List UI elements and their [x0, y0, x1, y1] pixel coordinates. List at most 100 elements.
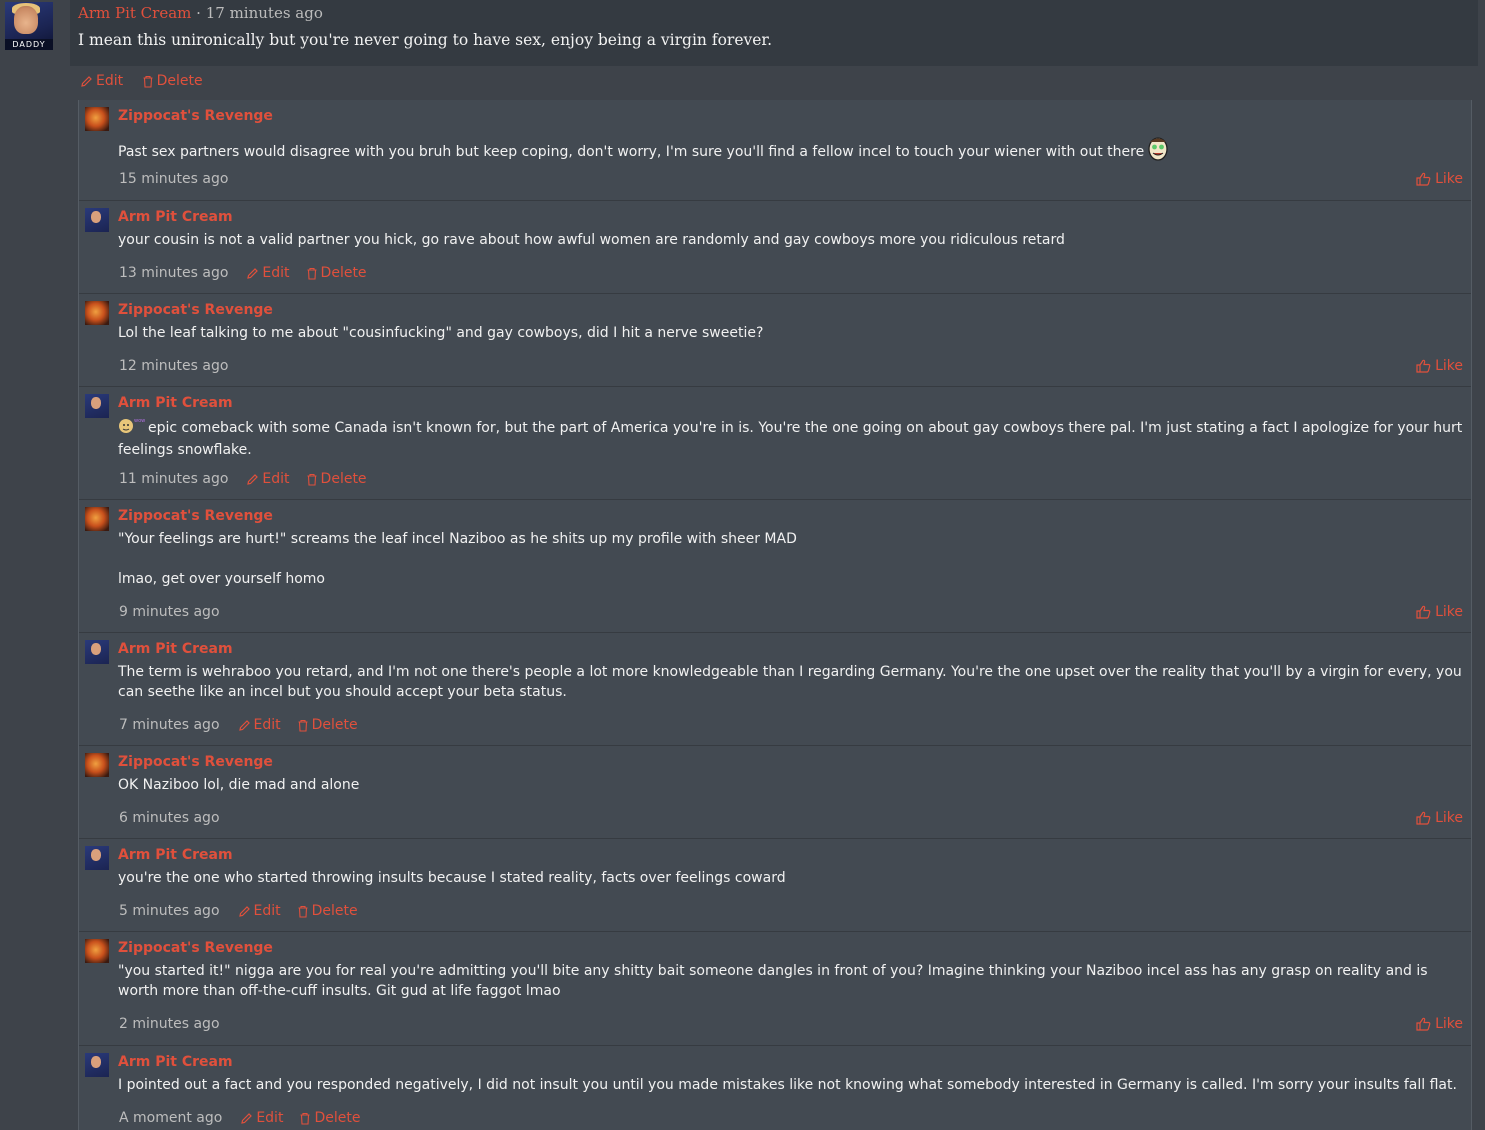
- reply-timestamp: A moment ago: [119, 1110, 223, 1126]
- reply-delete-label: Delete: [311, 903, 358, 919]
- profile-comments-page: DADDY Arm Pit Cream · 17 minutes ago I m…: [0, 0, 1485, 1130]
- reply-author-link[interactable]: Zippocat's Revenge: [118, 508, 273, 524]
- reply-author-link[interactable]: Zippocat's Revenge: [118, 940, 273, 956]
- reply-author-link[interactable]: Arm Pit Cream: [118, 1054, 233, 1070]
- reply-text-content: The term is wehraboo you retard, and I'm…: [118, 664, 1462, 700]
- pencil-icon: [238, 905, 250, 917]
- reply-text-line: [118, 549, 1463, 569]
- reply-timestamp: 12 minutes ago: [119, 358, 229, 374]
- reply-author-avatar[interactable]: [85, 753, 109, 777]
- reply-delete-button[interactable]: Delete: [306, 471, 367, 487]
- svg-text:wow: wow: [134, 418, 145, 424]
- reply-text-line: "Your feelings are hurt!" screams the le…: [118, 529, 1463, 549]
- reply-delete-label: Delete: [320, 265, 367, 281]
- avatar-face: [14, 6, 38, 34]
- reply-footer: 11 minutes ago Edit Delete: [119, 471, 383, 487]
- reply-like-button[interactable]: Like: [1416, 810, 1463, 826]
- reply-author-link[interactable]: Arm Pit Cream: [118, 847, 233, 863]
- reply-timestamp: 9 minutes ago: [119, 604, 220, 620]
- reply-edit-button[interactable]: Edit: [246, 265, 290, 281]
- reply-item: Zippocat's Revenge OK Naziboo lol, die ma…: [79, 745, 1471, 839]
- reply-edit-label: Edit: [262, 471, 290, 487]
- reply-text-line: "you started it!" nigga are you for real…: [118, 961, 1463, 1001]
- reply-author-avatar[interactable]: [85, 939, 109, 963]
- reply-like-label: Like: [1435, 810, 1463, 826]
- post-author-avatar[interactable]: DADDY: [5, 2, 53, 50]
- reply-author-avatar[interactable]: [85, 1053, 109, 1077]
- reply-text-content: epic comeback with some Canada isn't kno…: [118, 420, 1463, 458]
- reply-text-line: OK Naziboo lol, die mad and alone: [118, 775, 1463, 795]
- reply-like-button[interactable]: Like: [1416, 358, 1463, 374]
- reply-delete-button[interactable]: Delete: [297, 903, 358, 919]
- pencil-icon: [247, 267, 259, 279]
- reply-edit-label: Edit: [262, 265, 290, 281]
- reply-timestamp: 11 minutes ago: [119, 471, 229, 487]
- reply-text: "Your feelings are hurt!" screams the le…: [118, 529, 1463, 589]
- reply-author-link[interactable]: Arm Pit Cream: [118, 209, 233, 225]
- reply-like-button[interactable]: Like: [1416, 171, 1463, 187]
- reply-author-avatar[interactable]: [85, 394, 109, 418]
- reply-text-content: "you started it!" nigga are you for real…: [118, 963, 1428, 999]
- reply-author-link[interactable]: Zippocat's Revenge: [118, 302, 273, 318]
- reply-author-avatar[interactable]: [85, 846, 109, 870]
- reply-item: Zippocat's Revenge "you started it!" nigg…: [79, 931, 1471, 1046]
- trash-icon: [298, 905, 308, 918]
- reply-item: Arm Pit Cream you're the one who started …: [79, 838, 1471, 932]
- reply-text: OK Naziboo lol, die mad and alone: [118, 775, 1463, 795]
- reply-text-line: lmao, get over yourself homo: [118, 569, 1463, 589]
- reply-edit-button[interactable]: Edit: [246, 471, 290, 487]
- reply-footer: 15 minutes ago: [119, 171, 246, 187]
- thumbs-up-icon: [1416, 811, 1431, 825]
- thumbs-up-icon: [1416, 605, 1431, 619]
- post-timestamp: 17 minutes ago: [205, 4, 323, 22]
- reply-timestamp: 13 minutes ago: [119, 265, 229, 281]
- thumbs-up-icon: [1416, 1017, 1431, 1031]
- post-author-link[interactable]: Arm Pit Cream: [78, 4, 191, 22]
- reply-like-label: Like: [1435, 358, 1463, 374]
- reply-item: Arm Pit Cream your cousin is not a valid …: [79, 200, 1471, 294]
- reply-like-button[interactable]: Like: [1416, 604, 1463, 620]
- reply-delete-button[interactable]: Delete: [299, 1110, 360, 1126]
- reply-text: I pointed out a fact and you responded n…: [118, 1075, 1463, 1095]
- reply-footer: 6 minutes ago: [119, 810, 238, 826]
- reply-delete-button[interactable]: Delete: [297, 717, 358, 733]
- reply-text-line: Past sex partners would disagree with yo…: [118, 136, 1463, 168]
- reply-text: you're the one who started throwing insu…: [118, 868, 1463, 888]
- profile-post: Arm Pit Cream · 17 minutes ago I mean th…: [70, 0, 1478, 66]
- reply-author-avatar[interactable]: [85, 301, 109, 325]
- reply-edit-button[interactable]: Edit: [240, 1110, 283, 1126]
- reply-like-button[interactable]: Like: [1416, 1016, 1463, 1032]
- smiley-face-icon: [1147, 136, 1169, 168]
- reply-author-avatar[interactable]: [85, 107, 109, 131]
- reply-item: Arm Pit Cream wow epic comeback with some …: [79, 386, 1471, 500]
- reply-author-link[interactable]: Zippocat's Revenge: [118, 754, 273, 770]
- reply-timestamp: 7 minutes ago: [119, 717, 220, 733]
- reply-text-line: The term is wehraboo you retard, and I'm…: [118, 662, 1463, 702]
- reply-author-link[interactable]: Arm Pit Cream: [118, 395, 233, 411]
- reply-author-avatar[interactable]: [85, 507, 109, 531]
- reply-item: Zippocat's Revenge Past sex partners woul…: [79, 100, 1471, 200]
- doge-emote-icon: wow: [118, 416, 148, 440]
- post-actions: Edit Delete: [80, 73, 217, 92]
- post-delete-button[interactable]: Delete: [142, 73, 203, 89]
- left-rail: [0, 0, 70, 1130]
- post-edit-button[interactable]: Edit: [80, 73, 123, 89]
- reply-timestamp: 15 minutes ago: [119, 171, 229, 187]
- reply-item: Zippocat's Revenge Lol the leaf talking t…: [79, 293, 1471, 387]
- reply-edit-button[interactable]: Edit: [238, 903, 281, 919]
- reply-author-link[interactable]: Zippocat's Revenge: [118, 108, 273, 124]
- post-delete-label: Delete: [156, 73, 203, 89]
- reply-like-label: Like: [1435, 1016, 1463, 1032]
- reply-author-avatar[interactable]: [85, 208, 109, 232]
- reply-text-line: you're the one who started throwing insu…: [118, 868, 1463, 888]
- reply-edit-button[interactable]: Edit: [238, 717, 281, 733]
- reply-text: Past sex partners would disagree with yo…: [118, 136, 1463, 168]
- reply-author-link[interactable]: Arm Pit Cream: [118, 641, 233, 657]
- reply-timestamp: 6 minutes ago: [119, 810, 220, 826]
- reply-footer: 9 minutes ago: [119, 604, 238, 620]
- trash-icon: [300, 1112, 310, 1125]
- reply-delete-button[interactable]: Delete: [306, 265, 367, 281]
- reply-text: Lol the leaf talking to me about "cousin…: [118, 323, 1463, 343]
- reply-text-content: I pointed out a fact and you responded n…: [118, 1077, 1457, 1093]
- reply-author-avatar[interactable]: [85, 640, 109, 664]
